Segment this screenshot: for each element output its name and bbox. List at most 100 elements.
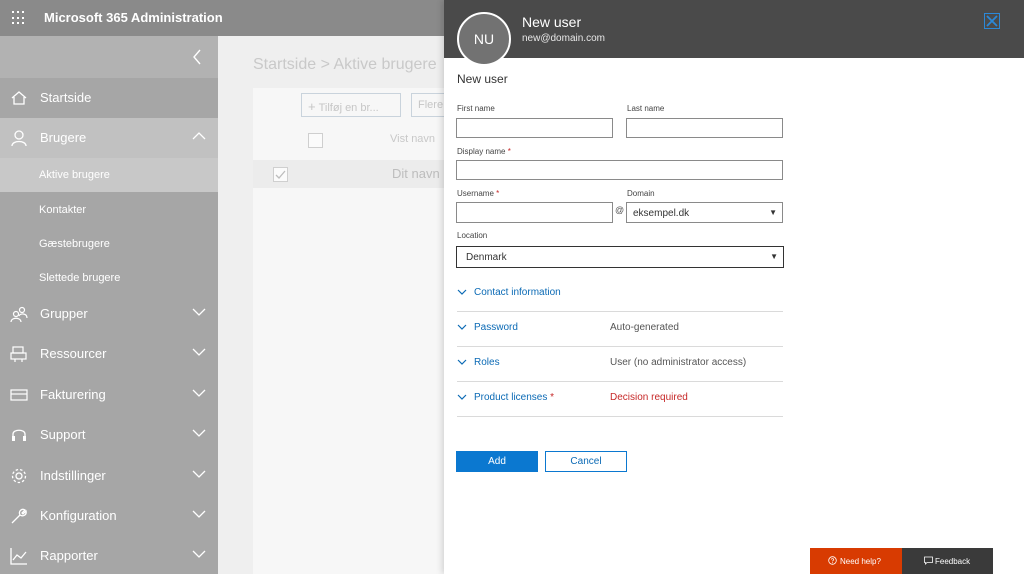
sidebar-item-label: Grupper — [40, 306, 88, 321]
close-icon[interactable] — [984, 13, 1000, 29]
gear-icon — [11, 468, 27, 484]
chevron-down-icon — [192, 389, 206, 397]
section-roles[interactable]: Roles User (no administrator access) — [457, 346, 783, 382]
panel-title: New user — [522, 14, 582, 30]
section-value: Auto-generated — [610, 322, 679, 333]
section-title: Product licenses * — [474, 392, 554, 403]
chevron-down-icon — [457, 359, 467, 365]
at-sign: @ — [615, 205, 625, 215]
panel-header: New user new@domain.com — [444, 0, 1024, 58]
sidebar-item-fakturering[interactable]: Fakturering — [0, 375, 218, 415]
sidebar-subitem-kontakter[interactable]: Kontakter — [0, 193, 218, 227]
user-icon — [11, 130, 27, 147]
required-mark: * — [507, 147, 511, 156]
select-all-checkbox[interactable] — [308, 133, 323, 148]
section-product-licenses[interactable]: Product licenses * Decision required — [457, 381, 783, 417]
chart-icon — [10, 548, 27, 565]
sidebar-item-rapporter[interactable]: Rapporter — [0, 536, 218, 574]
sidebar: Startside Brugere Aktive brugere Kontakt… — [0, 36, 218, 574]
need-help-label: Need help? — [840, 557, 881, 566]
sidebar-item-label: Startside — [40, 90, 92, 105]
location-label: Location — [457, 231, 488, 240]
sidebar-item-support[interactable]: Support — [0, 415, 218, 455]
billing-icon — [10, 389, 28, 401]
dropdown-arrow-icon: ▼ — [769, 208, 777, 217]
section-contact-information[interactable]: Contact information — [457, 276, 783, 312]
cancel-button[interactable]: Cancel — [545, 451, 627, 472]
add-button[interactable]: Add — [456, 451, 538, 472]
first-name-input[interactable] — [456, 118, 613, 138]
display-name-label-text: Display name — [457, 147, 506, 156]
groups-icon — [10, 306, 28, 323]
form-title: New user — [457, 72, 508, 86]
comment-icon — [924, 556, 933, 565]
main-content: Startside > Aktive brugere + Tilføj en br… — [218, 36, 451, 574]
username-input[interactable] — [456, 202, 613, 223]
domain-value: eksempel.dk — [633, 208, 690, 219]
location-select[interactable]: Denmark ▼ — [456, 246, 784, 268]
last-name-label: Last name — [627, 104, 665, 113]
chevron-left-icon — [193, 49, 201, 65]
dropdown-arrow-icon: ▼ — [770, 252, 778, 261]
sidebar-subitem-slettede-brugere[interactable]: Slettede brugere — [0, 261, 218, 295]
section-title: Contact information — [474, 287, 561, 298]
add-user-label: Tilføj en br... — [318, 102, 379, 114]
section-value: Decision required — [610, 392, 688, 403]
need-help-button[interactable]: Need help? — [810, 548, 902, 574]
username-label: Username * — [457, 189, 499, 198]
section-password[interactable]: Password Auto-generated — [457, 311, 783, 347]
chevron-down-icon — [457, 324, 467, 330]
chevron-down-icon — [457, 394, 467, 400]
sidebar-item-label: Konfiguration — [40, 508, 117, 523]
username-label-text: Username — [457, 189, 494, 198]
domain-select[interactable]: eksempel.dk ▼ — [626, 202, 783, 223]
sidebar-collapse-button[interactable] — [0, 36, 218, 78]
sidebar-item-label: Fakturering — [40, 387, 106, 402]
chevron-down-icon — [457, 289, 467, 295]
users-list-card: + Tilføj en br... Flere Vist navn Dit nav… — [253, 88, 451, 574]
sidebar-subitem-aktive-brugere[interactable]: Aktive brugere — [0, 158, 218, 192]
sidebar-item-konfiguration[interactable]: Konfiguration — [0, 496, 218, 536]
sidebar-subitem-gaestebrugere[interactable]: Gæstebrugere — [0, 227, 218, 261]
add-user-button[interactable]: + Tilføj en br... — [301, 93, 401, 117]
column-header-name[interactable]: Vist navn — [390, 133, 435, 145]
location-value: Denmark — [466, 252, 507, 263]
wrench-icon — [11, 508, 27, 524]
sidebar-item-ressourcer[interactable]: Ressourcer — [0, 334, 218, 374]
row-checkbox[interactable] — [273, 167, 288, 182]
first-name-label: First name — [457, 104, 495, 113]
sidebar-item-label: Support — [40, 427, 86, 442]
chevron-down-icon — [192, 550, 206, 558]
more-label: Flere — [418, 99, 444, 111]
display-name-input[interactable] — [456, 160, 783, 180]
domain-label: Domain — [627, 189, 655, 198]
required-mark: * — [496, 189, 500, 198]
feedback-button[interactable]: Feedback — [902, 548, 993, 574]
sidebar-item-startside[interactable]: Startside — [0, 78, 218, 118]
chevron-down-icon — [192, 470, 206, 478]
sidebar-item-grupper[interactable]: Grupper — [0, 294, 218, 334]
sidebar-subitem-label: Slettede brugere — [39, 272, 121, 284]
breadcrumb: Startside > Aktive brugere — [253, 56, 437, 73]
resources-icon — [10, 346, 27, 362]
section-title-text: Product licenses — [474, 392, 548, 403]
sidebar-item-indstillinger[interactable]: Indstillinger — [0, 456, 218, 496]
table-row[interactable]: Dit navn — [253, 160, 444, 188]
plus-icon: + — [308, 99, 316, 114]
new-user-panel: New user new@domain.com NU New user Firs… — [444, 0, 1024, 574]
last-name-input[interactable] — [626, 118, 783, 138]
help-icon — [828, 556, 837, 565]
required-mark: * — [550, 392, 555, 403]
sidebar-subitem-label: Aktive brugere — [39, 169, 110, 181]
sidebar-item-label: Indstillinger — [40, 468, 106, 483]
chevron-down-icon — [192, 348, 206, 356]
app-launcher-icon[interactable] — [12, 11, 26, 25]
sidebar-item-label: Ressourcer — [40, 346, 107, 361]
sidebar-item-brugere[interactable]: Brugere — [0, 118, 218, 158]
avatar: NU — [457, 12, 511, 66]
chevron-down-icon — [192, 510, 206, 518]
sidebar-item-label: Brugere — [40, 130, 87, 145]
chevron-up-icon — [192, 132, 206, 140]
feedback-label: Feedback — [935, 557, 971, 566]
section-title: Password — [474, 322, 518, 333]
